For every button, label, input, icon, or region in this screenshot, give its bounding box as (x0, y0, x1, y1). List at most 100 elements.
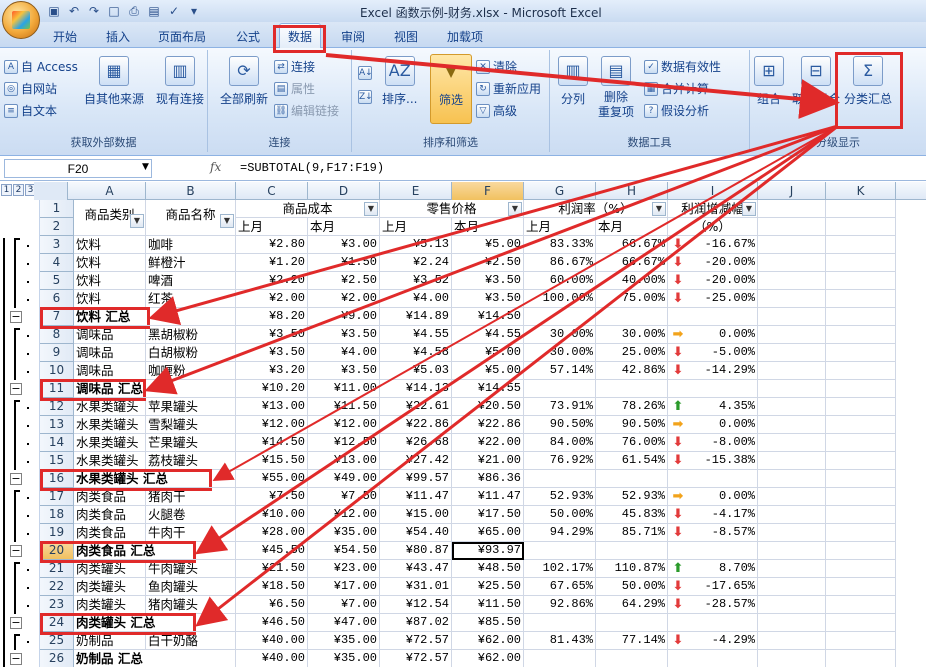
cell-e[interactable]: ¥22.86 (380, 416, 452, 434)
total-cell-g[interactable] (524, 614, 596, 632)
cell-e[interactable]: ¥43.47 (380, 560, 452, 578)
print-preview-icon[interactable]: ⎙ (126, 3, 142, 19)
cell-f[interactable]: ¥22.00 (452, 434, 524, 452)
cell-i[interactable] (668, 380, 758, 398)
column-header-j[interactable]: J (758, 182, 826, 200)
cell-b[interactable]: 火腿卷 (146, 506, 236, 524)
from-other-sources-button[interactable]: ▦ 自其他来源 (84, 56, 144, 107)
cell-e[interactable]: ¥3.52 (380, 272, 452, 290)
undo-icon[interactable]: ↶ (66, 3, 82, 19)
filter-dropdown-d[interactable]: ▼ (364, 202, 378, 216)
row-header-1[interactable]: 1 (40, 200, 74, 218)
row-header-15[interactable]: 15 (40, 452, 74, 470)
tab-page-layout[interactable]: 页面布局 (158, 28, 206, 45)
cell-a[interactable]: 饮料 (74, 254, 146, 272)
cell-c[interactable]: ¥13.00 (236, 398, 308, 416)
column-header-k[interactable]: K (826, 182, 896, 200)
total-cell-d[interactable]: ¥11.00 (308, 380, 380, 398)
cell-h[interactable]: 90.50% (596, 416, 668, 434)
cell-g[interactable]: 57.14% (524, 362, 596, 380)
cell-f[interactable]: ¥3.50 (452, 290, 524, 308)
row-header-2[interactable]: 2 (40, 218, 74, 236)
tab-formulas[interactable]: 公式 (236, 28, 260, 45)
cell-b[interactable]: 荔枝罐头 (146, 452, 236, 470)
cell-h[interactable]: 25.00% (596, 344, 668, 362)
cell-d[interactable]: ¥3.00 (308, 236, 380, 254)
cell-a[interactable]: 肉类食品 (74, 506, 146, 524)
cell-f[interactable]: ¥4.55 (452, 326, 524, 344)
total-cell-f[interactable]: ¥62.00 (452, 650, 524, 667)
redo-icon[interactable]: ↷ (86, 3, 102, 19)
total-cell-e[interactable]: ¥80.87 (380, 542, 452, 560)
total-cell-c[interactable]: ¥45.50 (236, 542, 308, 560)
customize-qat-icon[interactable]: ▾ (186, 3, 202, 19)
cell-h[interactable]: 61.54% (596, 452, 668, 470)
total-cell-a[interactable]: 肉类食品 汇总 (74, 542, 236, 560)
what-if-button[interactable]: ? 假设分析 (644, 102, 709, 119)
cell-i[interactable] (668, 308, 758, 326)
total-cell-e[interactable]: ¥87.02 (380, 614, 452, 632)
cell-f[interactable]: ¥2.50 (452, 254, 524, 272)
insert-function-icon[interactable]: fx (210, 160, 221, 174)
cell-d[interactable]: ¥7.50 (308, 488, 380, 506)
total-cell-f[interactable]: ¥85.50 (452, 614, 524, 632)
cell-f[interactable]: ¥25.50 (452, 578, 524, 596)
cell-c[interactable]: ¥18.50 (236, 578, 308, 596)
cell-i[interactable] (668, 650, 758, 667)
cell-e[interactable]: ¥4.00 (380, 290, 452, 308)
total-cell-a[interactable]: 水果类罐头 汇总 (74, 470, 236, 488)
cell-b[interactable]: 雪梨罐头 (146, 416, 236, 434)
filter-dropdown-h[interactable]: ▼ (652, 202, 666, 216)
total-cell-g[interactable] (524, 470, 596, 488)
row-header-18[interactable]: 18 (40, 506, 74, 524)
cell-d[interactable]: ¥4.00 (308, 344, 380, 362)
cell-d[interactable]: ¥13.00 (308, 452, 380, 470)
filter-dropdown-b[interactable]: ▼ (220, 214, 234, 228)
cell-f[interactable]: ¥48.50 (452, 560, 524, 578)
cell-d[interactable]: ¥2.00 (308, 290, 380, 308)
connections-button[interactable]: ⇄ 连接 (274, 58, 315, 75)
total-cell-e[interactable]: ¥72.57 (380, 650, 452, 667)
cell-h[interactable]: 66.67% (596, 236, 668, 254)
total-cell-d[interactable]: ¥47.00 (308, 614, 380, 632)
new-icon[interactable]: □ (106, 3, 122, 19)
filter-button[interactable]: ▼ 筛选 (430, 54, 472, 124)
cell-h[interactable]: 50.00% (596, 578, 668, 596)
total-cell-h[interactable] (596, 380, 668, 398)
cell-g[interactable]: 30.00% (524, 326, 596, 344)
column-header-d[interactable]: D (308, 182, 380, 200)
cell-a[interactable]: 调味品 (74, 344, 146, 362)
cell-f[interactable]: ¥11.47 (452, 488, 524, 506)
cell-e[interactable]: ¥4.58 (380, 344, 452, 362)
cell-d[interactable]: ¥23.00 (308, 560, 380, 578)
row-header-3[interactable]: 3 (40, 236, 74, 254)
cell-c[interactable]: ¥3.20 (236, 362, 308, 380)
cell-c[interactable]: ¥12.00 (236, 416, 308, 434)
total-cell-c[interactable]: ¥8.20 (236, 308, 308, 326)
cell-g[interactable]: 92.86% (524, 596, 596, 614)
cell-g[interactable]: 84.00% (524, 434, 596, 452)
cell-c[interactable]: ¥3.50 (236, 326, 308, 344)
cell-c[interactable]: ¥28.00 (236, 524, 308, 542)
total-cell-f[interactable]: ¥14.50 (452, 308, 524, 326)
total-cell-h[interactable] (596, 542, 668, 560)
cell-a[interactable]: 水果类罐头 (74, 452, 146, 470)
cell-h[interactable]: 76.00% (596, 434, 668, 452)
remove-duplicates-button[interactable]: ▤ 删除 重复项 (598, 56, 634, 120)
from-web-button[interactable]: ◎ 自网站 (4, 80, 57, 97)
cell-f[interactable]: ¥5.00 (452, 362, 524, 380)
total-cell-d[interactable]: ¥49.00 (308, 470, 380, 488)
filter-dropdown-a[interactable]: ▼ (130, 214, 144, 228)
collapse-group-24-button[interactable]: − (10, 617, 22, 629)
total-cell-g[interactable] (524, 650, 596, 667)
cell-h[interactable]: 110.87% (596, 560, 668, 578)
cell-i[interactable] (668, 614, 758, 632)
cell-d[interactable]: ¥17.00 (308, 578, 380, 596)
cell-a[interactable]: 肉类罐头 (74, 596, 146, 614)
cell-b[interactable]: 苹果罐头 (146, 398, 236, 416)
total-cell-d[interactable]: ¥54.50 (308, 542, 380, 560)
cell-e[interactable]: ¥72.57 (380, 632, 452, 650)
select-all-corner[interactable] (34, 182, 68, 200)
cell-d[interactable]: ¥12.00 (308, 506, 380, 524)
total-cell-a[interactable]: 饮料 汇总 (74, 308, 236, 326)
